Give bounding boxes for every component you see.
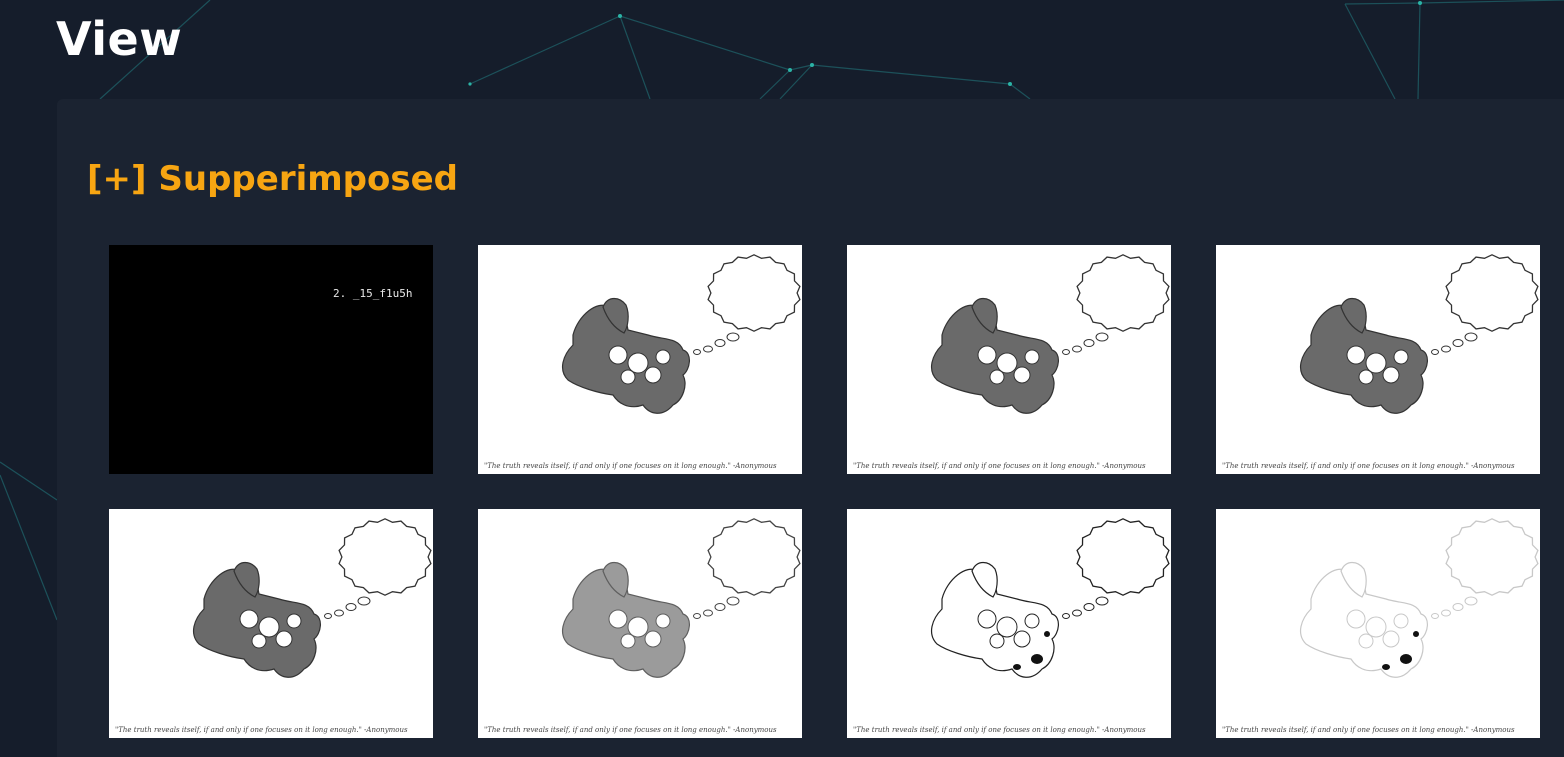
image-caption: "The truth reveals itself, if and only i… [853,462,1146,470]
image-thumbnail[interactable]: "The truth reveals itself, if and only i… [847,509,1171,738]
cartoon-bubble-icon [192,518,432,678]
cartoon-bubble-icon [930,518,1170,678]
image-hidden-text: 2. _15_f1u5h [333,287,413,300]
cartoon-bubble-icon [1299,254,1539,414]
image-caption: "The truth reveals itself, if and only i… [1222,726,1515,734]
section-title[interactable]: [+] Supperimposed [87,159,458,199]
image-thumbnail[interactable]: "The truth reveals itself, if and only i… [478,245,802,474]
image-thumbnail[interactable]: "The truth reveals itself, if and only i… [1216,509,1540,738]
image-caption: "The truth reveals itself, if and only i… [115,726,408,734]
cartoon-bubble-icon [561,254,801,414]
cartoon-bubble-icon [561,518,801,678]
cartoon-bubble-icon [930,254,1170,414]
image-thumbnail[interactable]: "The truth reveals itself, if and only i… [847,245,1171,474]
image-caption: "The truth reveals itself, if and only i… [853,726,1146,734]
image-caption: "The truth reveals itself, if and only i… [484,726,777,734]
image-caption: "The truth reveals itself, if and only i… [1222,462,1515,470]
page-title: View [56,12,183,66]
image-thumbnail[interactable]: 2. _15_f1u5h [109,245,433,474]
image-thumbnail[interactable]: "The truth reveals itself, if and only i… [478,509,802,738]
image-caption: "The truth reveals itself, if and only i… [484,462,777,470]
content-panel: [+] Supperimposed 2. _15_f1u5h "The trut… [57,99,1564,757]
image-thumbnail[interactable]: "The truth reveals itself, if and only i… [109,509,433,738]
cartoon-bubble-icon [1299,518,1539,678]
image-thumbnail[interactable]: "The truth reveals itself, if and only i… [1216,245,1540,474]
